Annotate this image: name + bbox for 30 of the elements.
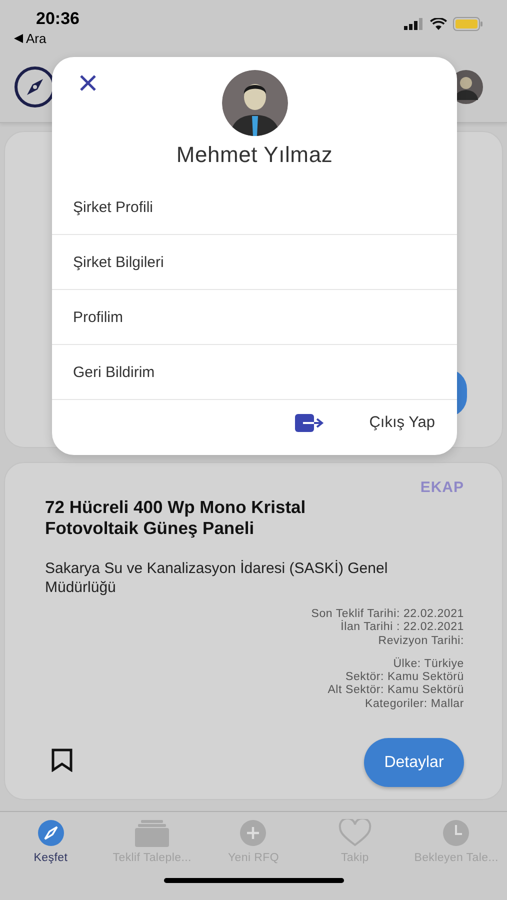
back-link[interactable]: Ara [26, 31, 46, 46]
detail-line: Alt Sektör: Kamu Sektörü [328, 684, 464, 698]
user-name: Mehmet Yılmaz [175, 142, 334, 168]
issuer-name: Sakarya Su ve Kanalizasyon İdaresi (SASKİ) Genel Müdürlüğü [45, 559, 389, 597]
detail-line: Ülke: Türkiye [393, 658, 464, 672]
signal-icon [404, 18, 424, 30]
bookmark-icon[interactable] [51, 748, 73, 772]
battery-icon [453, 17, 483, 31]
back-icon [14, 34, 23, 43]
tab-item[interactable]: Keşfet [0, 819, 102, 864]
date-line: Son Teklif Tarihi: 22.02.2021 [311, 608, 464, 620]
avatar-icon [222, 70, 288, 136]
menu-item[interactable]: Geri Bildirim [52, 345, 457, 400]
clock-time: 20:36 [36, 9, 80, 29]
date-line: İlan Tarihi : 22.02.2021 [340, 621, 464, 635]
logout-button[interactable]: Çıkış Yap [369, 414, 435, 432]
details-button[interactable]: Detaylar [364, 738, 464, 787]
wifi-icon [430, 18, 447, 30]
menu-item[interactable]: Profilim [52, 290, 457, 345]
close-icon[interactable] [79, 74, 97, 92]
heart-icon [338, 819, 372, 847]
source-label: EKAP [420, 479, 464, 496]
stack-icon [135, 819, 170, 847]
detail-line: Kategoriler: Mallar [364, 698, 464, 712]
menu-item[interactable]: Şirket Bilgileri [52, 235, 457, 290]
logout-icon[interactable] [295, 413, 326, 433]
date-line: Revizyon Tarihi: [378, 634, 464, 648]
menu-item[interactable]: Şirket Profili [52, 180, 457, 235]
tender-title: 72 Hücreli 400 Wp Mono Kristal Fotovoltaik Güneş Paneli [45, 497, 307, 539]
detail-line: Sektör: Kamu Sektörü [346, 671, 464, 684]
